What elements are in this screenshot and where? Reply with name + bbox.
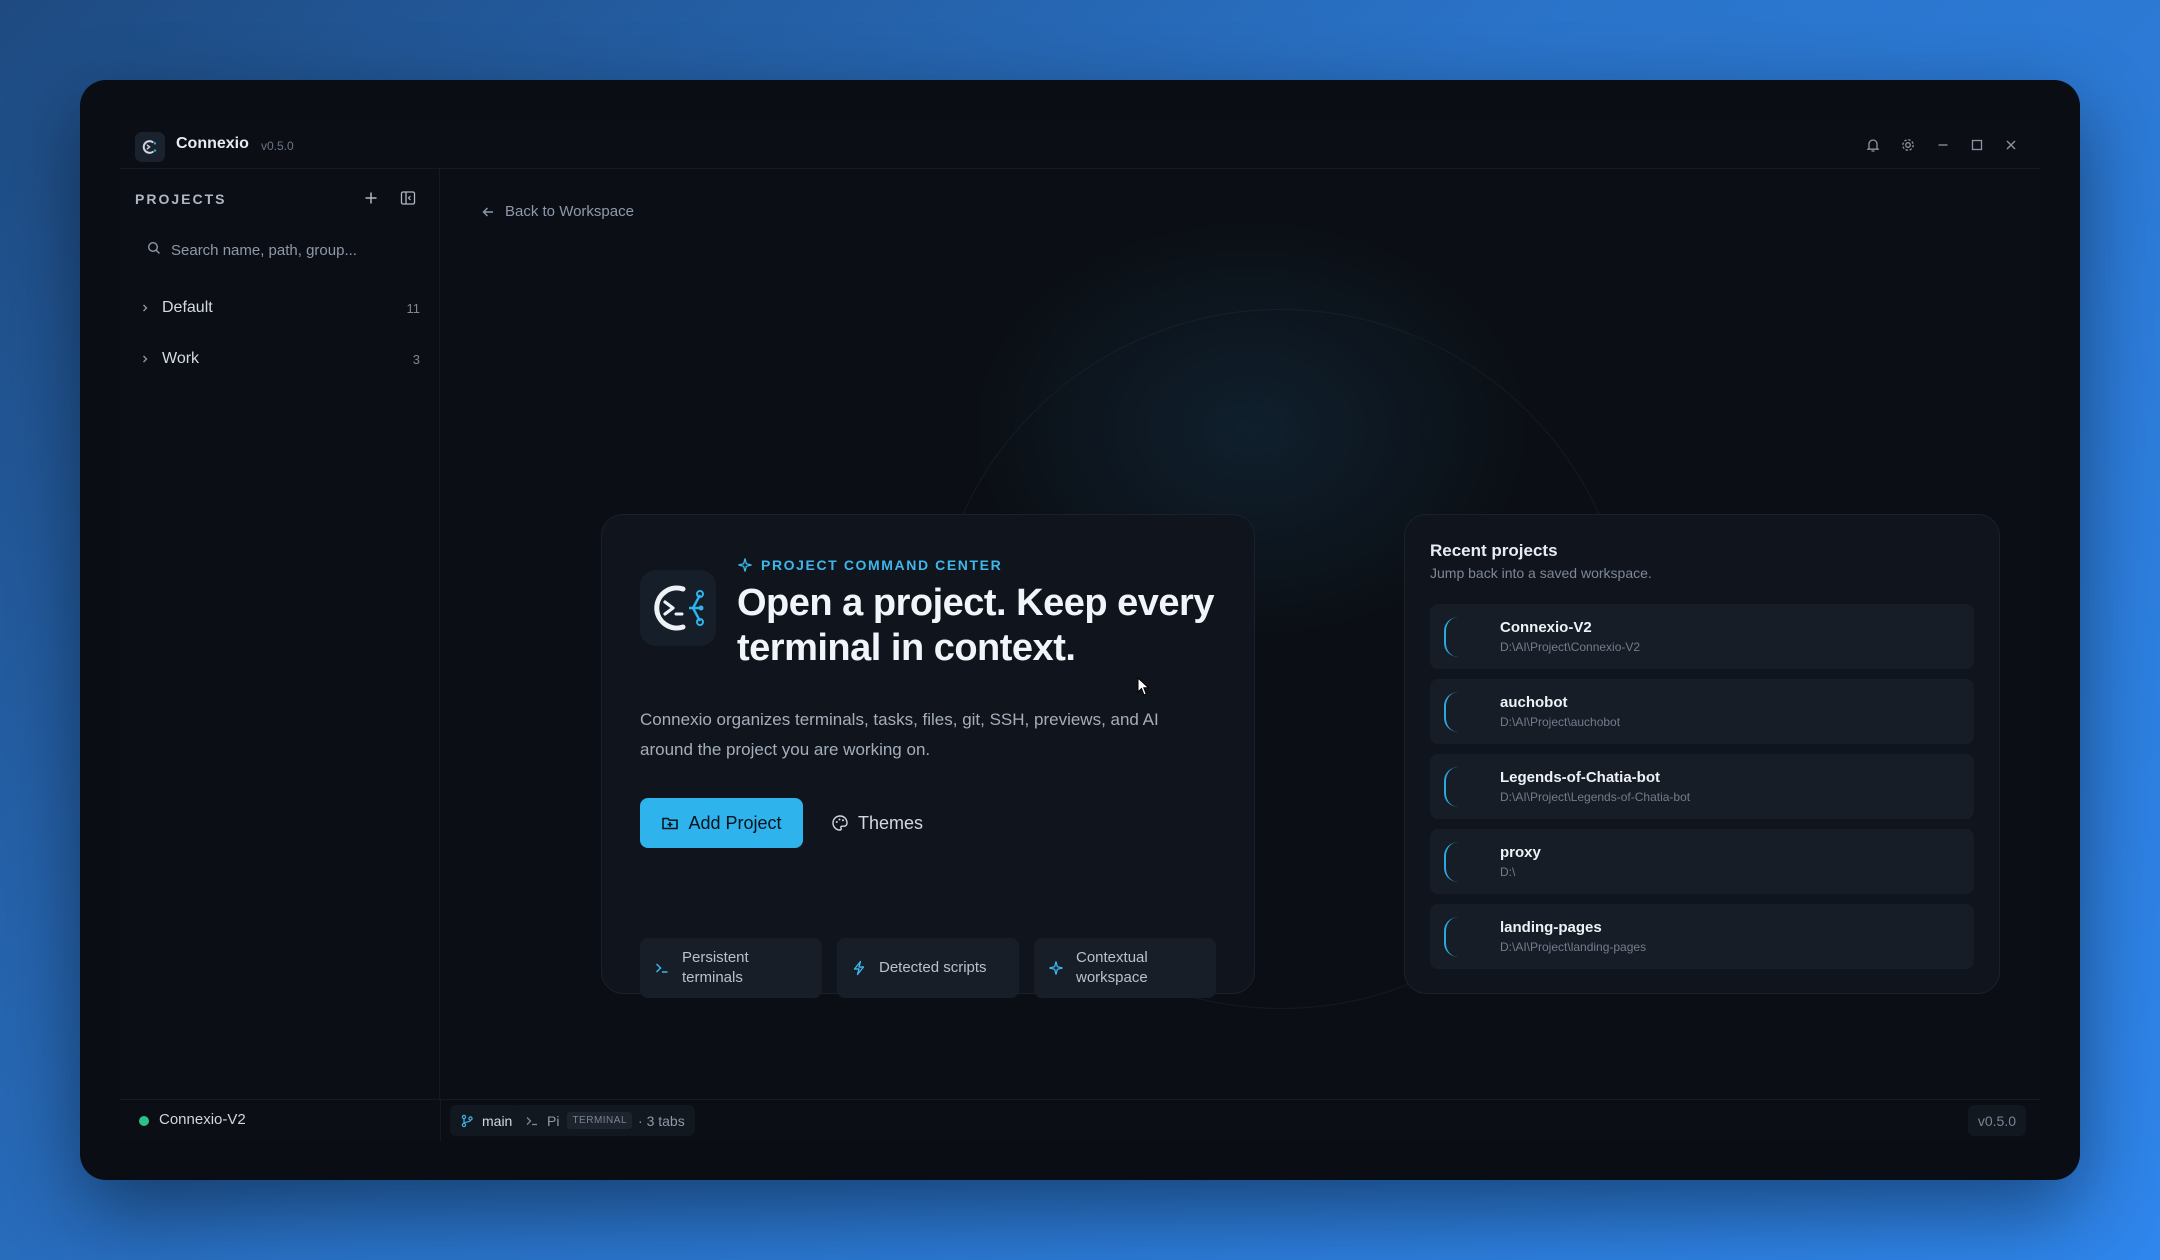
project-path: D:\AI\Project\Legends-of-Chatia-bot bbox=[1500, 790, 1691, 804]
project-search bbox=[135, 231, 425, 269]
minimize-icon[interactable] bbox=[1932, 134, 1954, 156]
collapse-sidebar-icon[interactable] bbox=[397, 187, 419, 209]
connexio-logo-icon bbox=[640, 570, 716, 646]
sidebar-group-work[interactable]: Work 3 bbox=[135, 341, 425, 377]
add-project-plus-icon[interactable] bbox=[360, 187, 382, 209]
feature-persistent-terminals: Persistent terminals bbox=[640, 938, 822, 998]
app-logo-icon bbox=[135, 132, 165, 162]
app-version: v0.5.0 bbox=[261, 139, 294, 153]
settings-gear-icon[interactable] bbox=[1897, 134, 1919, 156]
sparkle-icon bbox=[1049, 961, 1063, 975]
add-project-label: Add Project bbox=[688, 812, 782, 833]
chevron-right-icon bbox=[140, 354, 156, 364]
project-name: Legends-of-Chatia-bot bbox=[1500, 769, 1660, 786]
branch-name: main bbox=[482, 1112, 513, 1129]
feature-label: Detected scripts bbox=[879, 959, 987, 976]
terminal-session-chip[interactable]: Pi TERMINAL · 3 tabs bbox=[515, 1105, 695, 1136]
git-branch-chip[interactable]: main bbox=[450, 1105, 523, 1136]
bolt-icon bbox=[853, 960, 865, 976]
sparkle-icon bbox=[738, 558, 752, 572]
project-bracket-icon bbox=[1444, 617, 1458, 657]
recent-project-item[interactable]: proxy D:\ bbox=[1430, 829, 1974, 894]
status-bar: Connexio-V2 main Pi TERMINAL · 3 tabs v0… bbox=[120, 1099, 2040, 1141]
back-label: Back to Workspace bbox=[505, 203, 634, 220]
sidebar-header: PROJECTS bbox=[135, 191, 227, 207]
group-name: Work bbox=[162, 350, 200, 367]
arrow-left-icon bbox=[482, 207, 493, 216]
project-bracket-icon bbox=[1444, 917, 1458, 957]
projects-sidebar: PROJECTS Default 11 bbox=[120, 169, 440, 1099]
project-name: landing-pages bbox=[1500, 919, 1602, 936]
palette-icon bbox=[832, 815, 848, 831]
app-window: Connexio v0.5.0 PROJECTS Search name, pa… bbox=[80, 80, 2080, 1180]
feature-detected-scripts: Detected scripts bbox=[837, 938, 1019, 998]
group-count: 11 bbox=[406, 300, 421, 316]
search-icon bbox=[147, 241, 161, 260]
project-bracket-icon bbox=[1444, 692, 1458, 732]
recent-projects-subtitle: Jump back into a saved workspace. bbox=[1430, 565, 1652, 581]
mouse-cursor-icon bbox=[1137, 677, 1150, 696]
status-divider bbox=[440, 1100, 441, 1141]
recent-project-item[interactable]: Legends-of-Chatia-bot D:\AI\Project\Lege… bbox=[1430, 754, 1974, 819]
project-path: D:\AI\Project\auchobot bbox=[1500, 715, 1621, 729]
active-status-dot bbox=[139, 1116, 149, 1126]
terminal-tag: TERMINAL bbox=[567, 1112, 633, 1129]
back-to-workspace-link[interactable]: Back to Workspace bbox=[481, 203, 634, 220]
add-project-button[interactable]: Add Project bbox=[640, 798, 803, 848]
project-bracket-icon bbox=[1444, 842, 1458, 882]
sidebar-group-default[interactable]: Default 11 bbox=[135, 290, 425, 326]
shell-name: Pi bbox=[547, 1112, 560, 1129]
version-badge: v0.5.0 bbox=[1967, 1105, 2026, 1136]
project-path: D:\ bbox=[1500, 865, 1516, 879]
themes-label: Themes bbox=[857, 812, 924, 833]
command-center-card: PROJECT COMMAND CENTER Open a project. K… bbox=[601, 514, 1255, 998]
recent-projects-card: Recent projects Jump back into a saved w… bbox=[1404, 514, 2000, 994]
recent-project-item[interactable]: Connexio-V2 D:\AI\Project\Connexio-V2 bbox=[1430, 604, 1974, 669]
app-frame: Connexio v0.5.0 PROJECTS Search name, pa… bbox=[120, 120, 2040, 1141]
terminal-icon bbox=[655, 963, 668, 973]
project-bracket-icon bbox=[1444, 767, 1458, 807]
folder-plus-icon bbox=[662, 817, 679, 830]
feature-label: Contextual workspace bbox=[1076, 949, 1148, 986]
recent-projects-title: Recent projects bbox=[1430, 541, 1558, 560]
themes-button[interactable]: Themes bbox=[817, 798, 937, 848]
terminal-icon bbox=[526, 1116, 537, 1125]
recent-project-item[interactable]: auchobot D:\AI\Project\auchobot bbox=[1430, 679, 1974, 744]
git-branch-icon bbox=[461, 1114, 473, 1127]
hero-title: Open a project. Keep every terminal in c… bbox=[737, 582, 1214, 669]
group-count: 3 bbox=[412, 351, 420, 367]
tab-count: · 3 tabs bbox=[638, 1112, 685, 1129]
notifications-bell-icon[interactable] bbox=[1862, 134, 1884, 156]
project-name: proxy bbox=[1500, 844, 1541, 861]
active-project-name[interactable]: Connexio-V2 bbox=[159, 1111, 246, 1128]
app-title: Connexio bbox=[176, 135, 249, 152]
project-path: D:\AI\Project\landing-pages bbox=[1500, 940, 1647, 954]
chevron-right-icon bbox=[140, 303, 156, 313]
hero-description: Connexio organizes terminals, tasks, fil… bbox=[640, 710, 1159, 759]
search-input[interactable] bbox=[171, 241, 421, 259]
close-icon[interactable] bbox=[2000, 134, 2022, 156]
project-name: Connexio-V2 bbox=[1500, 619, 1592, 636]
feature-label: Persistent terminals bbox=[682, 949, 749, 986]
project-name: auchobot bbox=[1500, 694, 1568, 711]
eyebrow-text: PROJECT COMMAND CENTER bbox=[761, 557, 1003, 573]
eyebrow-label: PROJECT COMMAND CENTER bbox=[737, 557, 1002, 573]
title-bar: Connexio v0.5.0 bbox=[120, 120, 2040, 169]
project-path: D:\AI\Project\Connexio-V2 bbox=[1500, 640, 1641, 654]
main-content: Back to Workspace PROJECT COMMAND CENTER… bbox=[441, 169, 2040, 1099]
group-name: Default bbox=[162, 299, 213, 316]
maximize-icon[interactable] bbox=[1966, 134, 1988, 156]
recent-project-item[interactable]: landing-pages D:\AI\Project\landing-page… bbox=[1430, 904, 1974, 969]
feature-contextual-workspace: Contextual workspace bbox=[1034, 938, 1216, 998]
